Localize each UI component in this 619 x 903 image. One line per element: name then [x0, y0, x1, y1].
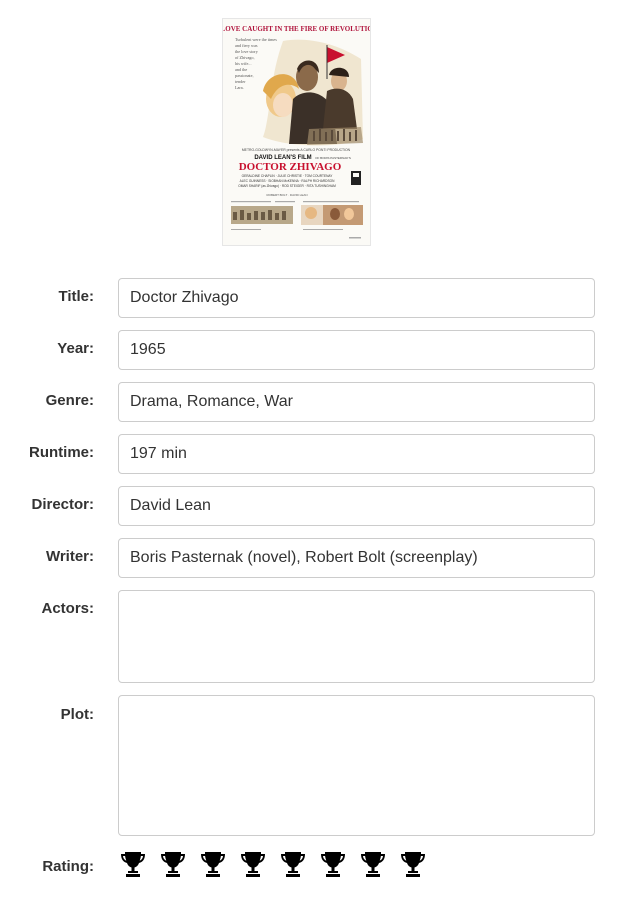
poster-title: DOCTOR ZHIVAGO [239, 161, 342, 173]
writer-label: Writer: [45, 548, 94, 565]
poster-blurb-line: Turbulent were the times [235, 37, 277, 42]
movie-poster: A LOVE CAUGHT IN THE FIRE OF REVOLUTION … [222, 18, 371, 246]
poster-blurb-line: and the [235, 67, 247, 72]
trophy-icon[interactable] [160, 850, 200, 880]
poster-blurb-line: and fiery was [235, 43, 258, 48]
poster-credits-line: ROBERT BOLT · DAVID LEAN [266, 193, 307, 197]
genre-label: Genre: [45, 392, 94, 409]
actors-textarea[interactable] [118, 590, 595, 683]
trophy-icon[interactable] [400, 850, 440, 880]
runtime-label: Runtime: [29, 444, 94, 461]
rating-label: Rating: [42, 858, 94, 875]
poster-cast-line: OMAR SHARIF (as Zhivago) · ROD STEIGER ·… [238, 184, 336, 188]
trophy-icon[interactable] [320, 850, 360, 880]
title-field[interactable]: Doctor Zhivago [118, 278, 595, 318]
poster-blurb-line: the love story [235, 49, 259, 54]
rating-trophies [120, 850, 440, 880]
poster-studio-line: METRO-GOLDWYN-MAYER presents A CARLO PON… [242, 148, 351, 152]
poster-blurb-line: his wife... [235, 61, 252, 66]
trophy-icon[interactable] [120, 850, 160, 880]
year-field[interactable]: 1965 [118, 330, 595, 370]
writer-field[interactable]: Boris Pasternak (novel), Robert Bolt (sc… [118, 538, 595, 578]
runtime-field[interactable]: 197 min [118, 434, 595, 474]
movie-detail-page: A LOVE CAUGHT IN THE FIRE OF REVOLUTION … [0, 0, 619, 903]
plot-textarea[interactable] [118, 695, 595, 836]
director-field[interactable]: David Lean [118, 486, 595, 526]
poster-tagline: A LOVE CAUGHT IN THE FIRE OF REVOLUTION [223, 25, 370, 33]
poster-cast-line: GERALDINE CHAPLIN · JULIE CHRISTIE · TOM… [242, 174, 334, 178]
trophy-icon[interactable] [360, 850, 400, 880]
director-label: Director: [31, 496, 94, 513]
poster-cast-line: ALEC GUINNESS · SIOBHAN McKENNA · RALPH … [240, 179, 335, 183]
year-label: Year: [57, 340, 94, 357]
title-label: Title: [58, 288, 94, 305]
actors-label: Actors: [41, 600, 94, 617]
trophy-icon[interactable] [200, 850, 240, 880]
genre-field[interactable]: Drama, Romance, War [118, 382, 595, 422]
poster-blurb-line: tender [235, 79, 246, 84]
plot-label: Plot: [60, 706, 94, 723]
trophy-icon[interactable] [280, 850, 320, 880]
trophy-icon[interactable] [240, 850, 280, 880]
poster-blurb-line: Lara. [235, 85, 244, 90]
poster-film-of: OF BORIS PASTERNAK'S [315, 156, 351, 160]
